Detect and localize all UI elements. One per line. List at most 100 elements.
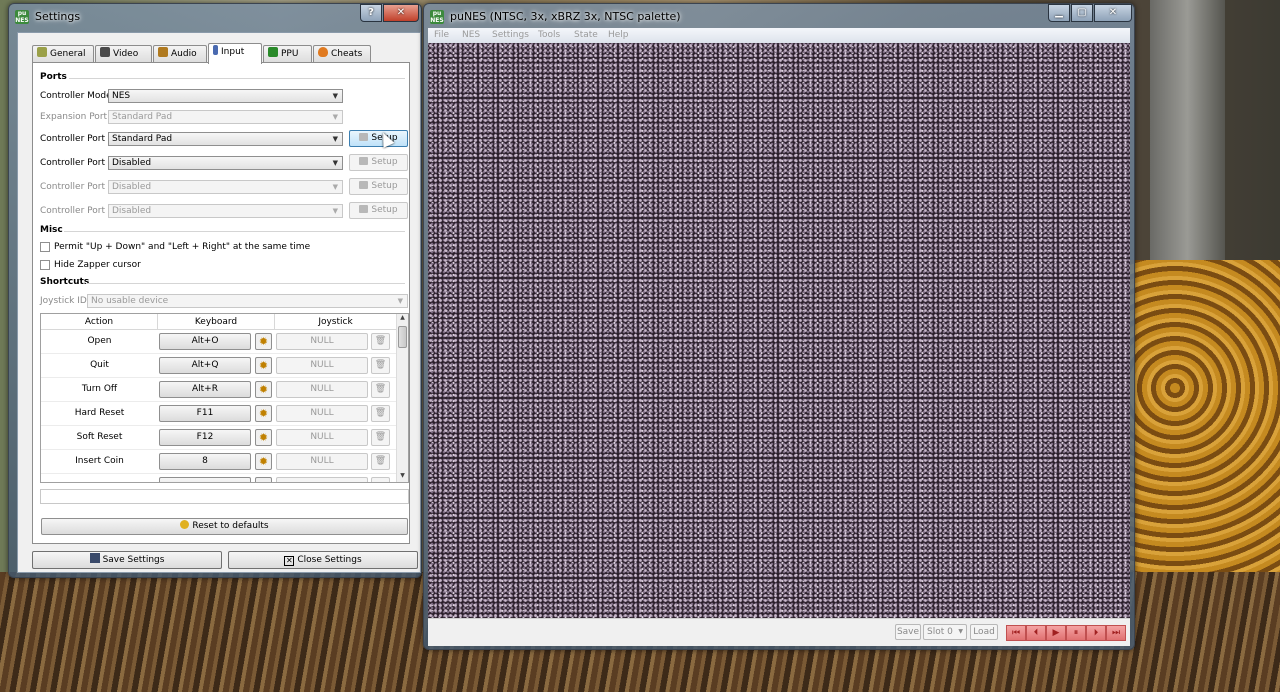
keyboard-shortcut-button[interactable]: 8 xyxy=(159,453,251,470)
settings-window: pu NES Settings ? ✕ General Video Audio I… xyxy=(8,3,422,578)
close-window-button[interactable]: ✕ xyxy=(383,4,419,22)
controller-port-4-value: Disabled xyxy=(112,206,152,216)
menu-tools[interactable]: Tools xyxy=(538,30,560,40)
hide-zapper-cursor-label[interactable]: Hide Zapper cursor xyxy=(54,260,141,270)
setup-label: Setup xyxy=(371,157,398,167)
pause-icon[interactable]: ⏸ xyxy=(1066,625,1086,641)
shortcuts-section-title: Shortcuts xyxy=(40,277,90,287)
play-icon[interactable]: ▶ xyxy=(1046,625,1066,641)
load-state-button[interactable]: Load xyxy=(970,624,998,640)
sun-icon[interactable]: ✹ xyxy=(255,357,272,374)
gear-icon xyxy=(37,47,47,57)
controller-mode-label: Controller Mode xyxy=(40,91,112,101)
menu-nes[interactable]: NES xyxy=(462,30,480,40)
shortcut-action: Open xyxy=(87,336,112,346)
punes-app-icon: pu NES xyxy=(430,10,444,24)
keyboard-shortcut-button[interactable]: Alt+R xyxy=(159,381,251,398)
trash-icon xyxy=(371,477,390,482)
table-row: Soft Reset F12 ✹ NULL 🗑 xyxy=(41,426,397,450)
expansion-port-label: Expansion Port xyxy=(40,112,108,122)
shortcuts-scrollbar[interactable]: ▲ ▼ xyxy=(396,314,408,482)
misc-section-title: Misc xyxy=(40,225,63,235)
close-settings-button[interactable]: ✕ Close Settings xyxy=(228,551,418,569)
joystick-shortcut-button: NULL xyxy=(276,381,368,398)
permit-opposite-directions-checkbox[interactable] xyxy=(40,242,50,252)
hide-zapper-cursor-checkbox[interactable] xyxy=(40,260,50,270)
chevron-down-icon: ▼ xyxy=(332,135,338,143)
trash-icon: 🗑 xyxy=(371,429,390,446)
sun-icon[interactable]: ✹ xyxy=(255,333,272,350)
joystick-icon xyxy=(213,45,218,55)
gamepad-icon xyxy=(359,205,369,213)
sun-icon[interactable]: ✹ xyxy=(255,405,272,422)
input-tab-page: Ports Controller Mode NES ▼ Expansion Po… xyxy=(32,62,410,544)
controller-mode-select[interactable]: NES ▼ xyxy=(108,89,343,103)
scroll-up-arrow-icon[interactable]: ▲ xyxy=(397,314,408,324)
slot-select[interactable]: Slot 0 ▼ xyxy=(923,624,967,640)
close-window-button[interactable]: ✕ xyxy=(1094,4,1132,22)
minimize-button[interactable]: ▁ xyxy=(1048,4,1070,22)
punes-statusbar: Save Slot 0 ▼ Load ⏮ ⏴ ▶ ⏸ ⏵ ⏭ xyxy=(428,618,1130,646)
tab-general[interactable]: General xyxy=(32,45,94,63)
permit-opposite-directions-label[interactable]: Permit "Up + Down" and "Left + Right" at… xyxy=(54,242,310,252)
flame-icon xyxy=(318,47,328,57)
tab-cheats[interactable]: Cheats xyxy=(313,45,371,63)
menu-state[interactable]: State xyxy=(574,30,598,40)
tab-input[interactable]: Input xyxy=(208,43,262,64)
menu-file[interactable]: File xyxy=(434,30,449,40)
joystick-id-select: No usable device ▼ xyxy=(87,294,408,308)
keyboard-column-header: Keyboard xyxy=(158,314,275,330)
rewind-icon[interactable]: ⏮ xyxy=(1006,625,1026,641)
trash-icon: 🗑 xyxy=(371,381,390,398)
controller-port-1-select[interactable]: Standard Pad ▼ xyxy=(108,132,343,146)
fast-forward-icon[interactable]: ⏭ xyxy=(1106,625,1126,641)
settings-title: Settings xyxy=(35,10,81,23)
controller-port-2-value: Disabled xyxy=(112,158,152,168)
table-row: Quit Alt+Q ✹ NULL 🗑 xyxy=(41,354,397,378)
controller-port-3-label: Controller Port 3 xyxy=(40,182,114,192)
save-state-button[interactable]: Save xyxy=(895,624,921,640)
step-forward-icon[interactable]: ⏵ xyxy=(1086,625,1106,641)
settings-client-area: General Video Audio Input PPU Cheats Por… xyxy=(17,32,421,573)
keyboard-shortcut-button[interactable] xyxy=(159,477,251,482)
keyboard-shortcut-button[interactable]: F11 xyxy=(159,405,251,422)
menu-help[interactable]: Help xyxy=(608,30,629,40)
chevron-down-icon: ▼ xyxy=(332,207,338,215)
tab-ppu[interactable]: PPU xyxy=(263,45,312,63)
sun-icon[interactable]: ✹ xyxy=(255,429,272,446)
tab-audio-label: Audio xyxy=(171,49,197,59)
expansion-port-select: Standard Pad ▼ xyxy=(108,110,343,124)
sun-icon[interactable]: ✹ xyxy=(255,381,272,398)
controller-port-1-value: Standard Pad xyxy=(112,134,173,144)
table-row-partial xyxy=(41,474,397,482)
sun-icon[interactable]: ✹ xyxy=(255,453,272,470)
controller-port-2-label: Controller Port 2 xyxy=(40,158,114,168)
joystick-shortcut-button: NULL xyxy=(276,357,368,374)
maximize-button[interactable]: ▢ xyxy=(1071,4,1093,22)
sun-icon[interactable] xyxy=(255,477,272,482)
menu-settings[interactable]: Settings xyxy=(492,30,529,40)
keyboard-shortcut-button[interactable]: Alt+Q xyxy=(159,357,251,374)
help-button[interactable]: ? xyxy=(360,4,382,22)
scroll-down-arrow-icon[interactable]: ▼ xyxy=(397,472,408,482)
trash-icon: 🗑 xyxy=(371,357,390,374)
save-settings-button[interactable]: Save Settings xyxy=(32,551,222,569)
emulator-screen-static-noise[interactable] xyxy=(428,43,1130,618)
save-settings-label: Save Settings xyxy=(102,555,165,565)
step-back-icon[interactable]: ⏴ xyxy=(1026,625,1046,641)
tab-audio[interactable]: Audio xyxy=(153,45,207,63)
scroll-thumb[interactable] xyxy=(398,326,407,348)
keyboard-shortcut-button[interactable]: F12 xyxy=(159,429,251,446)
tab-video[interactable]: Video xyxy=(95,45,152,63)
table-row: Open Alt+O ✹ NULL 🗑 xyxy=(41,330,397,354)
tab-cheats-label: Cheats xyxy=(331,49,363,59)
punes-titlebar[interactable]: pu NES puNES (NTSC, 3x, xBRZ 3x, NTSC pal… xyxy=(424,4,1134,30)
keyboard-shortcut-button[interactable]: Alt+O xyxy=(159,333,251,350)
chevron-down-icon: ▼ xyxy=(332,113,338,121)
chevron-down-icon: ▼ xyxy=(332,159,338,167)
shortcut-action: Quit xyxy=(90,360,109,370)
controller-port-2-select[interactable]: Disabled ▼ xyxy=(108,156,343,170)
misc-separator xyxy=(64,231,405,232)
reset-to-defaults-button[interactable]: Reset to defaults xyxy=(41,518,408,535)
settings-titlebar[interactable]: pu NES Settings ? ✕ xyxy=(9,4,421,30)
